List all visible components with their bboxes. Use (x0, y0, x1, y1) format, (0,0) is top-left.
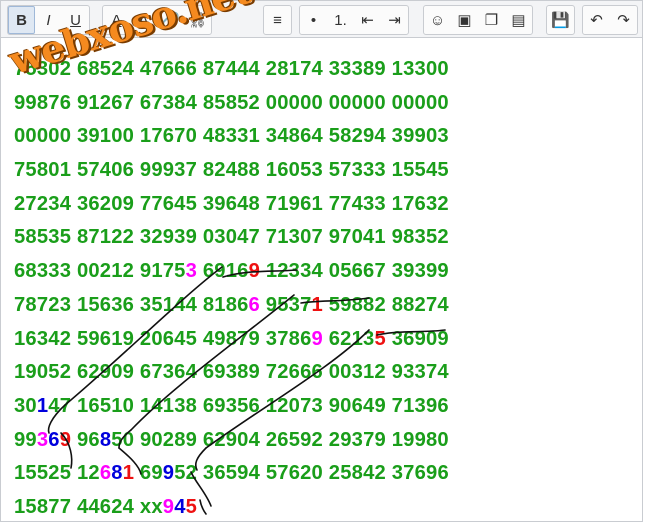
highlighted-digit: 3 (185, 260, 198, 283)
highlighted-digit: 5 (185, 495, 198, 518)
number-row: 68333 00212 91753 69169 12334 05667 3939… (14, 255, 449, 289)
number-text: 96 (71, 428, 100, 451)
toolbar-group: 💾 (546, 5, 575, 35)
outdent-button[interactable]: ⇤ (354, 6, 381, 34)
toolbar-group: ↶ ↷ (582, 5, 638, 35)
number-row: 58535 87122 32939 03047 71307 97041 9835… (14, 221, 449, 255)
number-text: 36909 (385, 327, 449, 350)
number-text: 15877 44624 xx (14, 495, 163, 518)
number-row: 15877 44624 xx945 (14, 491, 449, 521)
highlighted-digit: 1 (36, 394, 49, 417)
number-row: 00000 39100 17670 48331 34864 58294 3990… (14, 120, 449, 154)
number-text: 16342 59619 20645 49879 3786 (14, 327, 312, 350)
highlighted-digit: 5 (374, 327, 386, 350)
highlighted-digit: 6 (99, 462, 112, 485)
toolbar-group: ≡ (263, 5, 292, 35)
number-row: 75801 57406 99937 82488 16053 57333 1554… (14, 154, 449, 188)
image-button[interactable]: ▣ (451, 6, 478, 34)
redo-button[interactable]: ↷ (610, 6, 637, 34)
number-text: 58535 87122 32939 03047 71307 97041 9835… (14, 226, 449, 249)
number-row: 99876 91267 67384 85852 00000 00000 0000… (14, 87, 449, 121)
number-text: 47 16510 14138 69356 12073 90649 71396 (48, 394, 449, 417)
number-text: 99876 91267 67384 85852 00000 00000 0000… (14, 91, 449, 114)
number-text: 15525 12 (14, 462, 100, 485)
number-text: 27234 36209 77645 39648 71961 77433 1763… (14, 192, 449, 215)
paste-button[interactable]: ▤ (505, 6, 532, 34)
highlighted-digit: 6 (48, 428, 60, 451)
number-text: 59882 88274 (322, 293, 449, 316)
indent-button[interactable]: ⇥ (381, 6, 408, 34)
number-row: 30147 16510 14138 69356 12073 90649 7139… (14, 390, 449, 424)
highlighted-digit: 9 (311, 327, 323, 350)
editor-content[interactable]: 75302 68524 47666 87444 28174 33389 1330… (0, 38, 643, 522)
number-text: 68333 00212 9175 (14, 260, 186, 283)
save-button[interactable]: 💾 (547, 6, 574, 34)
align-left-button[interactable]: ≡ (264, 6, 291, 34)
emoji-button[interactable]: ☺ (424, 6, 451, 34)
numbered-list-button[interactable]: 1. (327, 6, 354, 34)
number-text: 19052 62909 67364 69389 72666 00312 9337… (14, 361, 449, 384)
number-text: 99 (14, 428, 37, 451)
undo-button[interactable]: ↶ (583, 6, 610, 34)
number-text: 69 (134, 462, 163, 485)
number-text: 6213 (322, 327, 375, 350)
number-text: 9537 (259, 293, 312, 316)
gallery-button[interactable]: ❐ (478, 6, 505, 34)
highlighted-digit: 9 (162, 495, 175, 518)
number-text: 78723 15636 35144 8186 (14, 293, 249, 316)
number-row: 99369 96850 90289 62904 26592 29379 1998… (14, 424, 449, 458)
number-text: 00000 39100 17670 48331 34864 58294 3990… (14, 125, 449, 148)
number-row: 16342 59619 20645 49879 37869 62135 3690… (14, 323, 449, 357)
highlighted-digit: 1 (311, 293, 323, 316)
toolbar-group: ☺ ▣ ❐ ▤ (423, 5, 533, 35)
highlighted-digit: 9 (162, 462, 175, 485)
bullet-list-button[interactable]: • (300, 6, 327, 34)
highlighted-digit: 4 (174, 495, 186, 518)
highlighted-digit: 8 (111, 462, 123, 485)
number-text: 50 90289 62904 26592 29379 19980 (111, 428, 449, 451)
highlighted-digit: 3 (36, 428, 49, 451)
toolbar-group: • 1. ⇤ ⇥ (299, 5, 409, 35)
highlighted-digit: 8 (99, 428, 112, 451)
number-text: 30 (14, 394, 37, 417)
number-text: 12334 05667 39399 (260, 260, 449, 283)
number-row: 19052 62909 67364 69389 72666 00312 9337… (14, 356, 449, 390)
number-text: 52 36594 57620 25842 37696 (174, 462, 449, 485)
number-row: 15525 12681 69952 36594 57620 25842 3769… (14, 457, 449, 491)
bold-button[interactable]: B (8, 6, 35, 34)
number-grid: 75302 68524 47666 87444 28174 33389 1330… (14, 53, 449, 521)
highlighted-digit: 1 (122, 462, 135, 485)
highlighted-digit: 9 (248, 260, 261, 283)
number-text: 6916 (197, 260, 249, 283)
number-text: 75801 57406 99937 82488 16053 57333 1554… (14, 159, 449, 182)
number-row: 78723 15636 35144 81866 95371 59882 8827… (14, 289, 449, 323)
number-row: 27234 36209 77645 39648 71961 77433 1763… (14, 188, 449, 222)
highlighted-digit: 9 (59, 428, 72, 451)
highlighted-digit: 6 (248, 293, 260, 316)
